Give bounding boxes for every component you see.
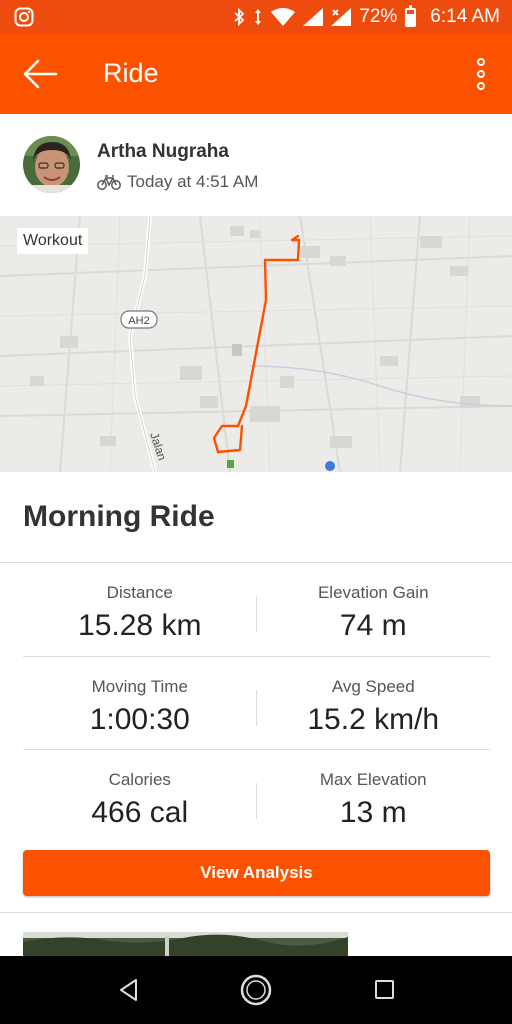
map-canvas: AH2 Jalan	[0, 216, 512, 472]
signal-icon	[303, 8, 324, 26]
stats-row: Calories 466 cal Max Elevation 13 m	[23, 749, 490, 842]
nav-recents-icon[interactable]	[375, 980, 394, 999]
stat-value: 1:00:30	[89, 703, 190, 736]
stats-row: Distance 15.28 km Elevation Gain 74 m	[23, 563, 490, 656]
start-marker	[227, 460, 234, 468]
stat-value: 74 m	[339, 609, 407, 642]
nav-home-icon[interactable]	[240, 974, 272, 1006]
stat-label: Avg Speed	[331, 677, 415, 696]
route-map[interactable]: AH2 Jalan Workout	[0, 216, 512, 472]
activity-title: Morning Ride	[23, 500, 215, 533]
stat-label: Calories	[108, 770, 171, 789]
page-title: Ride	[103, 58, 159, 88]
bluetooth-icon	[234, 8, 245, 26]
stat-max-elevation: Max Elevation 13 m	[257, 750, 491, 842]
stat-calories: Calories 466 cal	[23, 750, 257, 842]
battery-icon	[405, 4, 417, 27]
road-shield-label: AH2	[128, 315, 149, 327]
location-marker	[325, 461, 335, 471]
more-vertical-icon[interactable]	[468, 54, 494, 94]
avatar[interactable]	[23, 136, 80, 193]
stat-avg-speed: Avg Speed 15.2 km/h	[257, 657, 491, 749]
system-nav-bar	[0, 956, 512, 1024]
stat-separator	[256, 783, 257, 819]
stats-row: Moving Time 1:00:30 Avg Speed 15.2 km/h	[23, 656, 490, 749]
nav-back-icon[interactable]	[118, 978, 140, 1002]
clock: 6:14 AM	[430, 6, 500, 27]
divider	[0, 912, 512, 913]
stat-separator	[256, 690, 257, 726]
stat-label: Max Elevation	[319, 770, 427, 789]
stat-value: 466 cal	[91, 796, 189, 829]
stat-value: 15.2 km/h	[307, 703, 440, 736]
athlete-header[interactable]: Artha Nugraha Today at 4:51 AM	[0, 114, 512, 216]
data-arrows-icon	[255, 9, 262, 25]
stat-moving-time: Moving Time 1:00:30	[23, 657, 257, 749]
stats-grid: Distance 15.28 km Elevation Gain 74 m Mo…	[23, 563, 490, 842]
app-bar: Ride	[0, 34, 512, 114]
stat-label: Distance	[106, 583, 173, 602]
stat-distance: Distance 15.28 km	[23, 563, 257, 656]
stat-label: Elevation Gain	[317, 583, 429, 602]
stat-value: 13 m	[339, 796, 407, 829]
wifi-icon	[271, 8, 296, 26]
battery-percent: 72%	[359, 6, 398, 27]
stat-label: Moving Time	[91, 677, 188, 696]
bike-icon	[97, 175, 121, 190]
stat-elevation-gain: Elevation Gain 74 m	[257, 563, 491, 656]
view-analysis-button[interactable]: View Analysis	[23, 850, 490, 896]
arrow-left-icon[interactable]	[20, 56, 60, 92]
stat-separator	[256, 596, 257, 632]
stat-value: 15.28 km	[78, 609, 202, 642]
instagram-icon	[14, 7, 34, 27]
signal-x-icon	[331, 8, 352, 26]
activity-timestamp: Today at 4:51 AM	[127, 172, 259, 191]
status-bar: 72% 6:14 AM	[0, 0, 512, 34]
activity-photo[interactable]	[23, 932, 348, 956]
activity-meta: Today at 4:51 AM	[97, 172, 258, 192]
map-type-badge: Workout	[17, 228, 89, 254]
athlete-name[interactable]: Artha Nugraha	[97, 141, 229, 163]
